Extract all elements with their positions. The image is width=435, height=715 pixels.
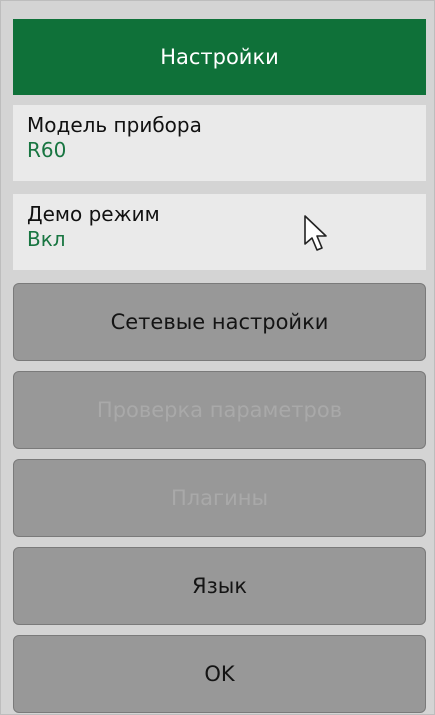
network-settings-button[interactable]: Сетевые настройки (13, 283, 426, 361)
mouse-pointer-icon (304, 215, 327, 251)
settings-header: Настройки (13, 19, 426, 95)
device-model-label: Модель прибора (27, 113, 202, 137)
page-title: Настройки (160, 45, 279, 69)
settings-panel: Настройки Модель прибора R60 Демо режим … (0, 0, 435, 715)
device-model-field[interactable]: Модель прибора R60 (13, 105, 426, 181)
plugins-button[interactable]: Плагины (13, 459, 426, 537)
network-settings-label: Сетевые настройки (110, 310, 329, 334)
demo-mode-value: Вкл (27, 227, 66, 251)
ok-label: OK (204, 662, 235, 686)
device-model-value: R60 (27, 138, 67, 162)
check-parameters-button[interactable]: Проверка параметров (13, 371, 426, 449)
demo-mode-field[interactable]: Демо режим Вкл (13, 194, 426, 270)
language-label: Язык (191, 574, 248, 598)
plugins-label: Плагины (170, 486, 269, 510)
demo-mode-label: Демо режим (27, 202, 160, 226)
language-button[interactable]: Язык (13, 547, 426, 625)
ok-button[interactable]: OK (13, 635, 426, 713)
check-parameters-label: Проверка параметров (96, 398, 343, 422)
